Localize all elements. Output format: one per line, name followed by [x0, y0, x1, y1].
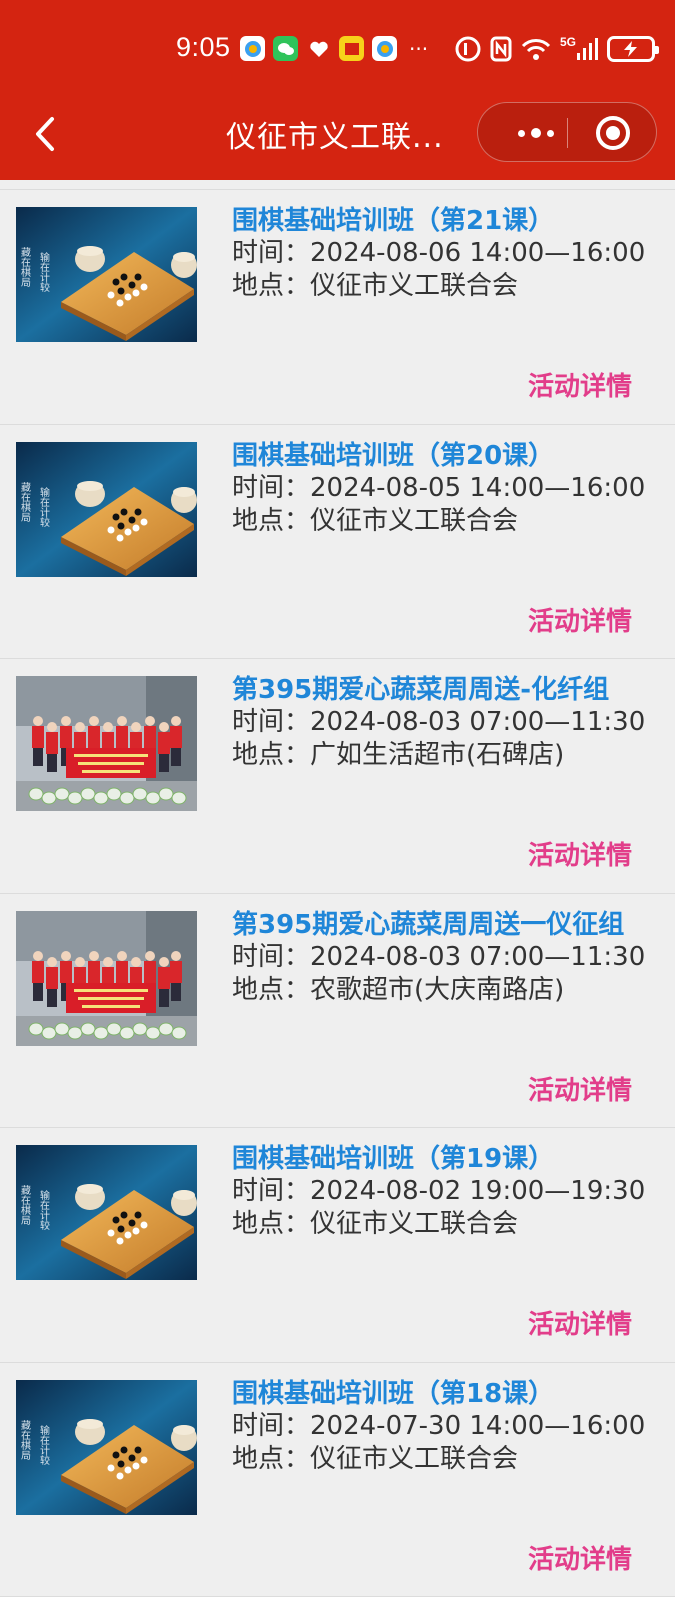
battery-charging-icon [607, 36, 655, 62]
location-value: 仪征市义工联合会 [310, 506, 518, 536]
activity-list: 藏在棋局输在计较围棋基础培训班（第21课）时间：2024-08-06 14:00… [0, 180, 675, 1597]
time-label: 时间： [232, 942, 310, 972]
activity-item[interactable]: 藏在棋局输在计较围棋基础培训班（第21课）时间：2024-08-06 14:00… [0, 190, 675, 425]
heart-app-icon [306, 36, 331, 61]
activity-item[interactable]: 第395期爱心蔬菜周周送一仪征组时间：2024-08-03 07:00—11:3… [0, 894, 675, 1129]
activity-location: 地点：仪征市义工联合会 [232, 1438, 518, 1475]
activity-item[interactable]: 第395期爱心蔬菜周周送-化纤组时间：2024-08-03 07:00—11:3… [0, 659, 675, 894]
location-value: 仪征市义工联合会 [310, 1209, 518, 1239]
mini-program-capsule [477, 102, 657, 162]
location-value: 广如生活超市(石碑店) [310, 740, 564, 770]
svg-text:输在计较: 输在计较 [38, 485, 50, 527]
close-mini-program-button[interactable] [596, 116, 630, 150]
activity-location: 地点：农歌超市(大庆南路店) [232, 969, 564, 1006]
activity-detail-link[interactable]: 活动详情 [528, 1070, 632, 1107]
location-label: 地点： [232, 1444, 310, 1474]
location-label: 地点： [232, 271, 310, 301]
time-value: 2024-07-30 14:00—16:00 [310, 1411, 645, 1441]
time-label: 时间： [232, 473, 310, 503]
activity-detail-link[interactable]: 活动详情 [528, 1304, 632, 1341]
svg-text:藏在棋局: 藏在棋局 [19, 481, 31, 522]
wechat-icon [273, 36, 298, 61]
time-label: 时间： [232, 238, 310, 268]
time-value: 2024-08-03 07:00—11:30 [310, 707, 645, 737]
activity-image[interactable]: 藏在棋局输在计较 [16, 1145, 197, 1280]
activity-time: 时间：2024-08-03 07:00—11:30 [232, 701, 645, 738]
activity-image[interactable]: 藏在棋局输在计较 [16, 1380, 197, 1515]
more-notifications-icon: ··· [409, 37, 428, 61]
list-divider [0, 180, 675, 190]
time-label: 时间： [232, 1176, 310, 1206]
activity-location: 地点：仪征市义工联合会 [232, 265, 518, 302]
app-header: 9:05 ··· 5G 仪征市义工联... [0, 0, 675, 180]
activity-time: 时间：2024-08-02 19:00—19:30 [232, 1170, 645, 1207]
activity-image[interactable] [16, 676, 197, 811]
activity-time: 时间：2024-08-03 07:00—11:30 [232, 936, 645, 973]
activity-time: 时间：2024-08-05 14:00—16:00 [232, 467, 645, 504]
chevron-left-icon [28, 114, 68, 154]
wifi-icon [521, 36, 551, 62]
activity-item[interactable]: 藏在棋局输在计较围棋基础培训班（第18课）时间：2024-07-30 14:00… [0, 1363, 675, 1597]
navigation-bar: 仪征市义工联... [0, 100, 675, 180]
svg-text:藏在棋局: 藏在棋局 [19, 247, 31, 288]
time-value: 2024-08-02 19:00—19:30 [310, 1176, 645, 1206]
activity-detail-link[interactable]: 活动详情 [528, 366, 632, 403]
signal-5g-icon: 5G [560, 36, 598, 62]
location-label: 地点： [232, 1209, 310, 1239]
time-value: 2024-08-03 07:00—11:30 [310, 942, 645, 972]
activity-time: 时间：2024-07-30 14:00—16:00 [232, 1405, 645, 1442]
nfc-icon [490, 36, 512, 62]
activity-image[interactable]: 藏在棋局输在计较 [16, 442, 197, 577]
notification-icons: ··· [240, 36, 428, 61]
activity-time: 时间：2024-08-06 14:00—16:00 [232, 232, 645, 269]
time-label: 时间： [232, 707, 310, 737]
activity-image[interactable] [16, 911, 197, 1046]
location-label: 地点： [232, 506, 310, 536]
app-notification-icon [240, 36, 265, 61]
svg-text:输在计较: 输在计较 [38, 251, 50, 293]
activity-location: 地点：仪征市义工联合会 [232, 500, 518, 537]
status-time: 9:05 [176, 32, 231, 63]
svg-text:输在计较: 输在计较 [38, 1423, 50, 1465]
time-label: 时间： [232, 1411, 310, 1441]
app-notification-icon-2 [372, 36, 397, 61]
svg-text:输在计较: 输在计较 [38, 1189, 50, 1231]
news-app-icon [339, 36, 364, 61]
location-value: 仪征市义工联合会 [310, 271, 518, 301]
page-title: 仪征市义工联... [226, 112, 444, 156]
activity-detail-link[interactable]: 活动详情 [528, 1539, 632, 1576]
system-icons: 5G [455, 36, 655, 62]
activity-detail-link[interactable]: 活动详情 [528, 601, 632, 638]
capsule-divider [567, 118, 568, 148]
svg-text:藏在棋局: 藏在棋局 [19, 1185, 31, 1226]
status-bar: 9:05 ··· 5G [0, 0, 675, 100]
activity-item[interactable]: 藏在棋局输在计较围棋基础培训班（第19课）时间：2024-08-02 19:00… [0, 1128, 675, 1363]
time-value: 2024-08-05 14:00—16:00 [310, 473, 645, 503]
activity-location: 地点：仪征市义工联合会 [232, 1203, 518, 1240]
network-type: 5G [560, 36, 576, 48]
svg-text:藏在棋局: 藏在棋局 [19, 1419, 31, 1460]
location-value: 农歌超市(大庆南路店) [310, 975, 564, 1005]
activity-item[interactable]: 藏在棋局输在计较围棋基础培训班（第20课）时间：2024-08-05 14:00… [0, 425, 675, 660]
more-options-button[interactable] [506, 111, 566, 155]
activity-detail-link[interactable]: 活动详情 [528, 835, 632, 872]
back-button[interactable] [28, 114, 68, 154]
activity-image[interactable]: 藏在棋局输在计较 [16, 207, 197, 342]
hd-call-icon [455, 36, 481, 62]
time-value: 2024-08-06 14:00—16:00 [310, 238, 645, 268]
location-label: 地点： [232, 740, 310, 770]
location-value: 仪征市义工联合会 [310, 1444, 518, 1474]
activity-location: 地点：广如生活超市(石碑店) [232, 734, 564, 771]
location-label: 地点： [232, 975, 310, 1005]
